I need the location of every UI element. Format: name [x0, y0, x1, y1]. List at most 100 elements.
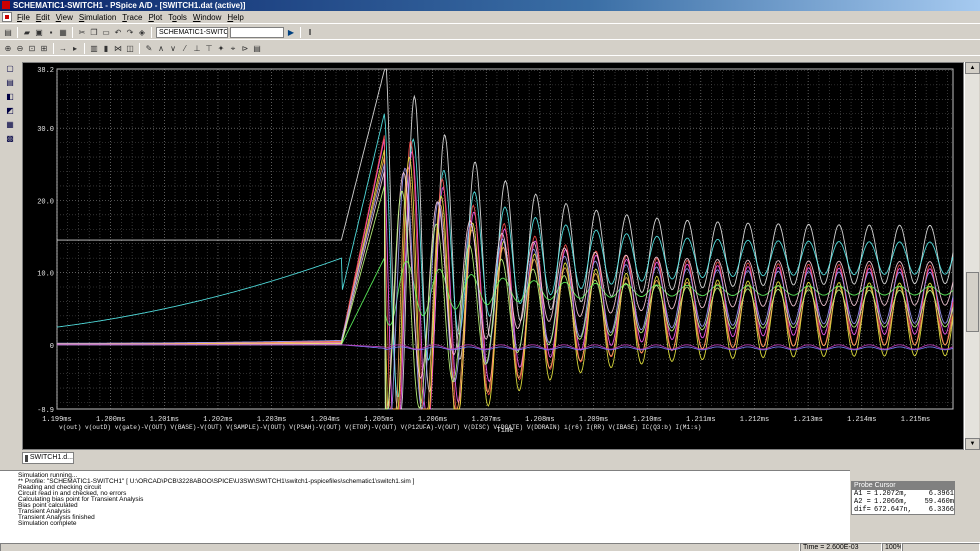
cursor-min-icon[interactable]: ⊥	[192, 44, 202, 54]
menu-help[interactable]: Help	[224, 11, 246, 24]
y-tick-label: 38.2	[37, 67, 54, 75]
plot-settings-icon[interactable]: ◫	[125, 44, 135, 54]
output-log: Simulation running... ** Profile: "SCHEMA…	[0, 470, 850, 542]
cursor-point-icon[interactable]: ✦	[216, 44, 226, 54]
zoom-fit-icon[interactable]: ⊞	[39, 44, 49, 54]
y-tick-label: 30.0	[37, 126, 54, 134]
probe-row-a2: A2 = 1.2066m, 59.460m	[854, 498, 954, 506]
x-tick-label: 1.210ms	[632, 416, 661, 424]
zoom-in-icon[interactable]: ⊕	[3, 44, 13, 54]
tab-switch1-dat[interactable]: SWITCH1.d...	[22, 452, 74, 464]
menu-tools[interactable]: Tools	[165, 11, 190, 24]
scroll-down-icon[interactable]: ▼	[965, 438, 980, 450]
status-message	[0, 543, 800, 551]
x-tick-label: 1.207ms	[472, 416, 501, 424]
play-icon[interactable]: ▶	[286, 28, 296, 38]
x-tick-label: 1.200ms	[96, 416, 125, 424]
left-tool-1-icon[interactable]: ▢	[5, 64, 15, 74]
performance-icon[interactable]: ▥	[89, 44, 99, 54]
section-select[interactable]	[230, 27, 284, 38]
x-tick-label: 1.205ms	[364, 416, 393, 424]
pause-icon[interactable]: ǁ	[305, 28, 315, 38]
undo-icon[interactable]: ↶	[113, 28, 123, 38]
y-tick-label: -8.9	[37, 407, 54, 415]
add-trace-icon[interactable]: ▮	[101, 44, 111, 54]
document-icon[interactable]	[2, 12, 12, 22]
open-folder-icon[interactable]: ▰	[22, 28, 32, 38]
y-tick-label: 10.0	[37, 271, 54, 279]
eval-goal-icon[interactable]: ⋈	[113, 44, 123, 54]
x-tick-label: 1.215ms	[901, 416, 930, 424]
new-dropdown-icon[interactable]: ▤	[3, 28, 13, 38]
probe-row-dif: dif= 672.647n, 6.3366	[854, 506, 954, 514]
x-tick-label: 1.206ms	[418, 416, 447, 424]
print-icon[interactable]: ▦	[58, 28, 68, 38]
x-tick-label: 1.199ms	[42, 416, 71, 424]
scroll-up-icon[interactable]: ▲	[965, 62, 980, 74]
cursor-next-icon[interactable]: ⊳	[240, 44, 250, 54]
paste-icon[interactable]: ▭	[101, 28, 111, 38]
title-bar: SCHEMATIC1-SWITCH1 - PSpice A/D - [SWITC…	[0, 0, 980, 11]
x-tick-label: 1.203ms	[257, 416, 286, 424]
left-tool-3-icon[interactable]: ◧	[5, 92, 15, 102]
plot-vertical-scrollbar[interactable]: ▲ ▼	[964, 62, 980, 450]
scroll-thumb[interactable]	[966, 272, 979, 332]
mark-label-icon[interactable]: ▤	[252, 44, 262, 54]
window-title: SCHEMATIC1-SWITCH1 - PSpice A/D - [SWITC…	[13, 1, 246, 10]
waveform-plot[interactable]: 1.199ms 1.200ms 1.201ms 1.202ms 1.203ms 1.204…	[22, 62, 964, 450]
x-tick-label: 1.212ms	[740, 416, 769, 424]
menu-bar: File Edit View Simulation Trace Plot Too…	[0, 11, 980, 24]
cursor-slope-icon[interactable]: ⁄	[180, 44, 190, 54]
log-list: Simulation running... ** Profile: "SCHEMA…	[18, 472, 850, 527]
profile-select[interactable]: SCHEMATIC1-SWITCH1	[156, 27, 228, 38]
save-icon[interactable]: ▪	[46, 28, 56, 38]
copy-icon[interactable]: ❐	[89, 28, 99, 38]
cursor-search-icon[interactable]: ⌖	[228, 44, 238, 54]
fft-icon[interactable]: ▸	[70, 44, 80, 54]
log-x-icon[interactable]: →	[58, 44, 68, 54]
waveform-chart[interactable]: 1.199ms 1.200ms 1.201ms 1.202ms 1.203ms 1.204…	[23, 63, 964, 450]
x-tick-label: 1.208ms	[525, 416, 554, 424]
redo-icon[interactable]: ↷	[125, 28, 135, 38]
status-extra	[902, 543, 980, 551]
standard-toolbar: ▤ ▰ ▣ ▪ ▦ ✂ ❐ ▭ ↶ ↷ ◈ SCHEMATIC1-SWITCH1…	[0, 26, 980, 40]
log-line: Simulation complete	[18, 520, 77, 527]
cursor-peak-icon[interactable]: ∧	[156, 44, 166, 54]
status-percent: 100%	[882, 543, 902, 551]
left-tool-5-icon[interactable]: ▦	[5, 120, 15, 130]
plot-window-icon	[25, 454, 28, 462]
menu-edit[interactable]: Edit	[33, 11, 53, 24]
y-tick-label: 0	[50, 343, 54, 351]
status-bar: Time = 2.600E-03 100%	[0, 542, 980, 551]
cursor-trough-icon[interactable]: ∨	[168, 44, 178, 54]
zoom-out-icon[interactable]: ⊖	[15, 44, 25, 54]
open-icon[interactable]: ▣	[34, 28, 44, 38]
cursor-toggle-icon[interactable]: ✎	[144, 44, 154, 54]
menu-trace[interactable]: Trace	[119, 11, 145, 24]
status-time: Time = 2.600E-03	[800, 543, 882, 551]
sim-settings-icon[interactable]: ◈	[137, 28, 147, 38]
menu-window[interactable]: Window	[190, 11, 224, 24]
cut-icon[interactable]: ✂	[77, 28, 87, 38]
y-tick-label: 20.0	[37, 198, 54, 206]
cursor-max-icon[interactable]: ⊤	[204, 44, 214, 54]
x-tick-label: 1.214ms	[847, 416, 876, 424]
menu-simulation[interactable]: Simulation	[76, 11, 119, 24]
x-tick-label: 1.201ms	[150, 416, 179, 424]
left-tool-6-icon[interactable]: ▩	[5, 134, 15, 144]
probe-cursor-title: Probe Cursor	[852, 482, 954, 490]
x-tick-label: 1.204ms	[311, 416, 340, 424]
probe-row-a1: A1 = 1.2072m, 6.3961	[854, 490, 954, 498]
zoom-area-icon[interactable]: ⊡	[27, 44, 37, 54]
x-tick-label: 1.209ms	[579, 416, 608, 424]
left-tool-2-icon[interactable]: ▤	[5, 78, 15, 88]
menu-plot[interactable]: Plot	[145, 11, 165, 24]
probe-cursor-window: Probe Cursor A1 = 1.2072m, 6.3961 A2 = 1.20…	[851, 481, 955, 515]
menu-file[interactable]: File	[14, 11, 33, 24]
app-icon	[2, 1, 10, 9]
left-tool-4-icon[interactable]: ◩	[5, 106, 15, 116]
series-line-v-psah-v-out-	[57, 156, 954, 410]
x-tick-label: 1.213ms	[793, 416, 822, 424]
menu-view[interactable]: View	[53, 11, 76, 24]
legend-text: v(out) v(outD) v(gate)-V(OUT) V(BASE)-V(…	[59, 424, 701, 431]
